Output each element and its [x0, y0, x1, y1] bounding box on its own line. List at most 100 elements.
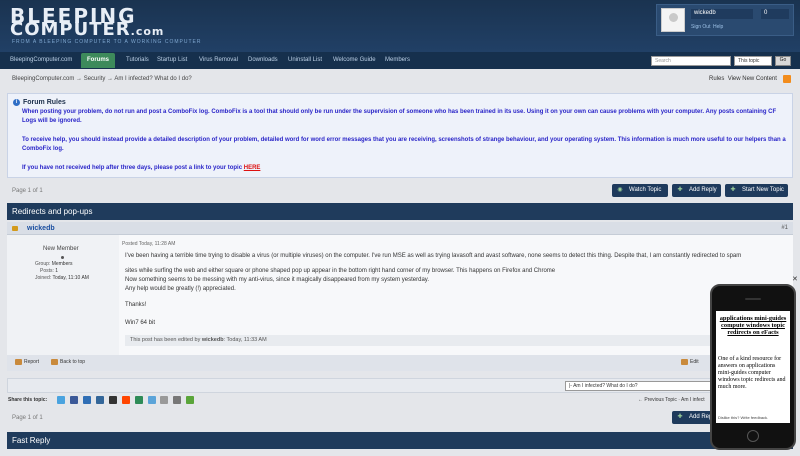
report-button[interactable]: Report: [15, 359, 39, 365]
user-menu[interactable]: wickedb: [691, 9, 753, 19]
nav-downloads[interactable]: Downloads: [248, 55, 278, 66]
author-stat-group: Group: Members: [35, 261, 73, 267]
report-label: Report: [24, 359, 40, 365]
stat-label: Group:: [35, 261, 51, 267]
post-line: Any help would be greatly (!) appreciate…: [125, 286, 236, 292]
fast-reply-bar[interactable]: Fast Reply: [7, 432, 793, 449]
popup-ad[interactable]: applications mini-guides compute windows…: [710, 284, 796, 450]
current-forum-link[interactable]: Am I infect: [681, 397, 705, 403]
edit-label: Edit: [690, 359, 699, 365]
new-topic-icon: ✚: [730, 187, 736, 193]
edit-button[interactable]: Edit: [681, 359, 699, 365]
nav-forums[interactable]: Forums: [81, 53, 116, 68]
stat-value: Members: [51, 261, 73, 267]
author-stat-joined: Joined: Today, 11:10 AM: [35, 275, 89, 281]
info-icon: i: [13, 99, 20, 106]
twitter-icon[interactable]: [57, 396, 65, 404]
nav-uninstall-list[interactable]: Uninstall List: [288, 55, 322, 66]
user-status-icon: [12, 226, 18, 231]
stat-label: Posts:: [40, 268, 54, 274]
author-stat-posts: Posts: 1: [40, 268, 58, 274]
rank-pip-icon: [61, 256, 64, 259]
nav-startup-list[interactable]: Startup List: [157, 55, 187, 66]
rss-icon[interactable]: [783, 75, 791, 83]
search-button[interactable]: Go: [775, 56, 791, 66]
rules-here-link[interactable]: HERE: [244, 165, 261, 171]
nav-virus-removal[interactable]: Virus Removal: [199, 55, 238, 66]
edited-prefix: This post has been edited by: [130, 337, 201, 343]
back-to-top-label: Back to top: [60, 359, 86, 365]
stumbleupon-icon[interactable]: [135, 396, 143, 404]
ad-feedback[interactable]: Dislike this? Write feedback.: [718, 415, 768, 420]
download-icon[interactable]: [186, 396, 194, 404]
post-body: New Member Group: Members Posts: 1 Joine…: [7, 235, 793, 355]
author-info: New Member Group: Members Posts: 1 Joine…: [7, 235, 117, 355]
back-to-top-button[interactable]: Back to top: [51, 359, 85, 365]
back-to-top-icon: [51, 359, 58, 365]
phone-home-button: [747, 430, 759, 442]
user-panel: wickedb 0 Sign Out Help: [656, 4, 794, 36]
post-line: I've been having a terrible time trying …: [125, 253, 742, 259]
help-link[interactable]: Help: [713, 24, 723, 30]
page-indicator: Page 1 of 1: [12, 188, 43, 194]
reply-icon: ✚: [677, 187, 683, 193]
breadcrumb[interactable]: BleepingComputer.com → Security → Am I i…: [12, 76, 192, 82]
watch-icon: ◉: [617, 187, 623, 193]
close-icon[interactable]: ✕: [792, 276, 799, 283]
forum-rules-title: Forum Rules: [23, 99, 66, 106]
post-line: Thanks!: [125, 302, 147, 308]
topic-navigation: ← Previous Topic · Am I infect: [638, 397, 705, 403]
stat-label: Joined:: [35, 275, 52, 281]
edited-note: This post has been edited by wickedb: To…: [125, 335, 725, 346]
myspace-icon[interactable]: [96, 396, 104, 404]
sign-out-link[interactable]: Sign Out: [691, 24, 710, 30]
ad-body: One of a kind resource for answers on ap…: [718, 356, 786, 390]
logo-line-2[interactable]: COMPUTER.com: [10, 21, 164, 41]
ad-heading[interactable]: applications mini-guides compute windows…: [718, 315, 788, 336]
digg-icon[interactable]: [83, 396, 91, 404]
post-footer: Report Back to top Edit: [7, 355, 793, 371]
start-new-topic-button[interactable]: ✚ Start New Topic: [725, 184, 788, 197]
google-icon[interactable]: [148, 396, 156, 404]
nav-tutorials[interactable]: Tutorials: [126, 55, 149, 66]
edited-by[interactable]: wickedb: [202, 337, 224, 343]
logo-word: COMPUTER: [10, 19, 131, 40]
watch-topic-button[interactable]: ◉ Watch Topic: [612, 184, 668, 197]
ad-screen: applications mini-guides compute windows…: [716, 311, 790, 423]
reddit-icon[interactable]: [122, 396, 130, 404]
top-links: Rules View New Content: [709, 76, 777, 82]
forum-jump-select[interactable]: |- Am I infected? What do I do?: [565, 381, 725, 391]
nav-members[interactable]: Members: [385, 55, 410, 66]
author-group-title: New Member: [43, 246, 79, 252]
rules-link[interactable]: Rules: [709, 76, 724, 82]
topic-jump-bar: |- Am I infected? What do I do?: [7, 378, 793, 393]
start-new-topic-label: Start New Topic: [742, 187, 784, 193]
rules-paragraph-2: To receive help, you should instead prov…: [22, 137, 786, 152]
share-label: Share this topic:: [8, 397, 48, 403]
logo-suffix: .com: [130, 25, 165, 38]
notifications-count[interactable]: 0: [761, 9, 789, 19]
previous-topic-link[interactable]: ← Previous Topic: [638, 397, 677, 403]
post-line: Win7 64 bit: [125, 320, 156, 326]
print-icon[interactable]: [173, 396, 181, 404]
site-header: BLEEPING COMPUTER.com FROM A BLEEPING CO…: [0, 0, 800, 52]
stat-value: 1: [55, 268, 59, 274]
search-input[interactable]: Search: [651, 56, 731, 66]
delicious-icon[interactable]: [109, 396, 117, 404]
email-icon[interactable]: [160, 396, 168, 404]
avatar[interactable]: [661, 8, 685, 32]
facebook-icon[interactable]: [70, 396, 78, 404]
report-icon: [15, 359, 22, 365]
post-author[interactable]: wickedb: [27, 225, 55, 232]
nav-welcome-guide[interactable]: Welcome Guide: [333, 55, 376, 66]
post-content: Posted Today, 11:28 AM I've been having …: [119, 235, 793, 355]
add-reply-button[interactable]: ✚ Add Reply: [672, 184, 721, 197]
nav-bleepingcomputer[interactable]: BleepingComputer.com: [10, 55, 72, 66]
post-number[interactable]: #1: [781, 225, 788, 231]
reply-icon: ✚: [677, 414, 683, 420]
rules-paragraph-1: When posting your problem, do not run an…: [22, 109, 777, 124]
rules-paragraph-3-text: If you have not received help after thre…: [22, 165, 243, 171]
search-scope-select[interactable]: This topic: [734, 56, 772, 66]
view-new-content-link[interactable]: View New Content: [728, 76, 777, 82]
logo-tagline: FROM A BLEEPING COMPUTER TO A WORKING CO…: [12, 39, 202, 45]
